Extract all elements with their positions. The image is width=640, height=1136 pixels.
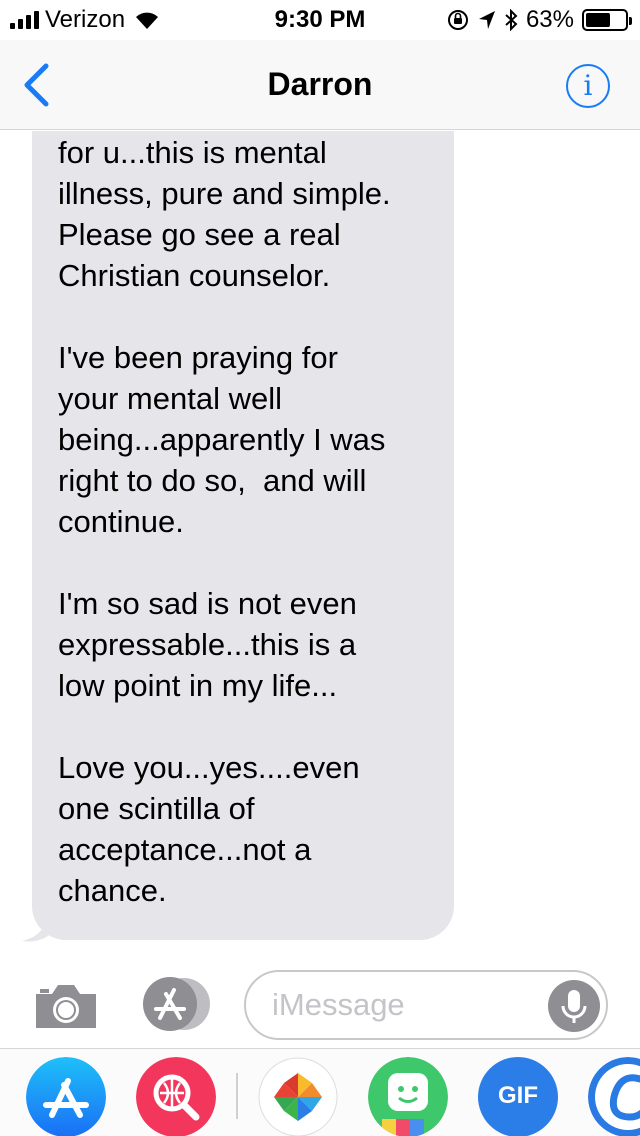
info-icon[interactable]: i — [566, 64, 610, 108]
input-bar — [0, 956, 640, 1048]
battery-fill — [586, 13, 610, 27]
app-store-icon[interactable] — [138, 976, 214, 1032]
status-bar: Verizon 9:30 PM 63% — [0, 0, 640, 40]
app-drawer: GIF — [0, 1048, 640, 1136]
gif-label: GIF — [498, 1082, 538, 1109]
orientation-lock-icon — [447, 10, 468, 30]
battery-icon — [582, 9, 632, 31]
battery-percent: 63% — [525, 6, 574, 33]
cursive-c-icon[interactable] — [588, 1057, 640, 1136]
conversation[interactable]: tracks...im simply sorry for u...this is… — [0, 131, 640, 955]
bluetooth-icon — [505, 9, 518, 31]
app-drawer-divider — [236, 1073, 238, 1119]
message-bubble-incoming[interactable]: tracks...im simply sorry for u...this is… — [32, 131, 454, 940]
nav-bar: Darron i — [0, 40, 640, 130]
status-right: 63% — [446, 6, 632, 34]
bitmoji-icon[interactable] — [368, 1057, 448, 1136]
camera-icon[interactable] — [32, 980, 100, 1032]
contact-name[interactable]: Darron — [0, 66, 640, 103]
web-search-icon[interactable] — [136, 1057, 216, 1136]
location-arrow-icon — [478, 11, 495, 29]
microphone-icon[interactable] — [548, 980, 600, 1032]
app-store-icon[interactable] — [26, 1057, 106, 1136]
message-text: tracks...im simply sorry for u...this is… — [58, 135, 391, 908]
gif-icon[interactable]: GIF — [478, 1057, 558, 1136]
photos-icon[interactable] — [258, 1057, 338, 1136]
